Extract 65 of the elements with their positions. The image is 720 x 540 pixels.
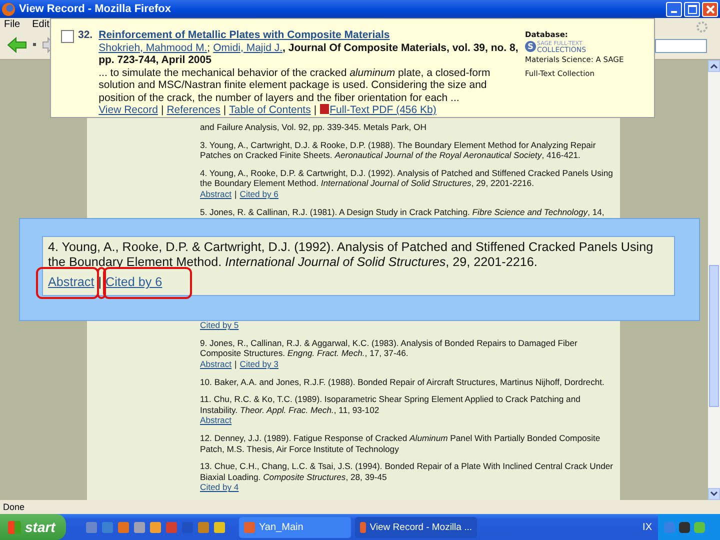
reference-text: 4. Young, A., Rooke, D.P. & Cartwright, D.J. (1992). Analysis of Patched and Stiffened Cracked Panels Using the Boundary Element Method. International Journal of Solid Structures, 29, 2201-2216. <box>200 168 613 188</box>
link-separator: | <box>98 275 102 290</box>
reference-link[interactable]: Abstract <box>48 275 94 290</box>
menu-item[interactable]: Edit <box>32 18 50 30</box>
reference-link[interactable]: Cited by 5 <box>200 320 239 331</box>
reference-text: 3. Young, A., Cartwright, D.J. & Rooke, D.P. (1988). The Boundary Element Method for Analyzing Repair Patches on Cracked Finite Sheets. Aeronautical Journal of the Royal Aeronautical Society, 416-421. <box>200 140 596 160</box>
minimize-icon <box>671 11 677 13</box>
record-link[interactable]: Table of Contents <box>229 104 311 116</box>
quick-launch-icon[interactable] <box>198 522 209 532</box>
result-number: 32. <box>78 29 93 41</box>
quick-launch-icon[interactable] <box>214 522 225 532</box>
pdf-icon <box>320 104 329 114</box>
quick-launch-icon[interactable] <box>150 522 161 532</box>
reference-link[interactable]: Cited by 3 <box>240 358 278 370</box>
maximize-button[interactable] <box>684 2 700 16</box>
link-separator: | <box>223 104 226 116</box>
record-link[interactable]: References <box>166 104 220 116</box>
language-indicator: IX <box>642 522 652 532</box>
windows-flag-icon <box>8 520 21 534</box>
taskbar-button[interactable]: Yan_Main <box>239 516 351 538</box>
scroll-down-icon[interactable] <box>708 488 720 500</box>
reference-text: 13. Chue, C.H., Chang, L.C. & Tsai, J.S. (1994). Bonded Repair of a Plate With Inclined Central Crack Under Biaxial Loading. Composite Structures, 28, 39-45 <box>200 461 614 482</box>
maximize-icon <box>688 4 696 14</box>
scroll-up-icon[interactable] <box>708 60 720 72</box>
reference-text: and Failure Analysis, Vol. 92, pp. 339-345. Metals Park, OH <box>200 122 426 132</box>
close-icon <box>704 4 716 14</box>
author-link[interactable]: Omidi, Majid J. <box>213 42 283 54</box>
browser-icon <box>2 2 15 16</box>
reference-text: 12. Denney, J.J. (1989). Fatigue Response of Cracked Aluminum Panel With Partially Bonded Composite Patch, M.S. Thesis, Air Force Institute of Technology <box>200 432 600 454</box>
back-arrow-icon[interactable] <box>7 36 27 52</box>
taskbar-button[interactable]: View Record - Mozilla ... <box>355 516 477 538</box>
record-link[interactable]: View Record <box>98 104 158 116</box>
record-link[interactable]: Full-Text PDF (456 Kb) <box>330 104 436 116</box>
reference-text: 4. Young, A., Rooke, D.P. & Cartwright, D.J. (1992). Analysis of Patched and Stiffened Cracked Panels Using the Boundary Element Method. International Journal of Solid Structures, 29, 2201-2216. <box>48 240 654 270</box>
link-separator: | <box>234 358 237 370</box>
quick-launch-icon[interactable] <box>118 522 129 532</box>
abstract-snippet: ... to simulate the mechanical behavior of the cracked aluminum plate, a closed-form solution and MSC/Nastran finite element package is used. Considering the size and position of the crack, the number of layers and the fiber orientation for each ... <box>98 66 492 104</box>
menu-item[interactable]: File <box>4 18 20 30</box>
minimize-button[interactable] <box>666 2 682 16</box>
scrollbar[interactable] <box>708 60 720 500</box>
checkbox[interactable] <box>61 30 74 43</box>
reference-link[interactable]: Abstract <box>200 358 232 370</box>
reference-link[interactable]: Abstract <box>200 415 232 426</box>
reference-text: 10. Baker, A.A. and Jones, R.J.F. (1988). Bonded Repair of Aircraft Structures, Martinus Nijhoff, Dordrecht. <box>200 376 604 387</box>
quick-launch-icon[interactable] <box>134 522 145 532</box>
quick-launch-icon[interactable] <box>86 522 97 532</box>
reference-text: 9. Jones, R., Callinan, R.J. & Aggarwal, K.C. (1983). Analysis of Bonded Repairs to Damaged Fiber Composite Structures. Engng. Fract. Mech., 17, 37-46. <box>200 338 578 358</box>
link-separator: | <box>314 104 317 116</box>
reference-link[interactable]: Cited by 4 <box>200 482 239 493</box>
reference-link[interactable]: Abstract <box>200 188 232 200</box>
system-tray <box>658 514 720 540</box>
author-link[interactable]: Shokrieh, Mahmood M. <box>98 42 208 54</box>
close-button[interactable] <box>702 2 718 16</box>
link-separator: | <box>160 104 164 116</box>
article-title-link[interactable]: Reinforcement of Metallic Plates with Composite Materials <box>98 29 523 42</box>
throbber-icon <box>696 21 708 33</box>
link-separator: | <box>234 188 237 200</box>
quick-launch-icon[interactable] <box>102 522 113 532</box>
reference-link[interactable]: Cited by 6 <box>240 188 278 200</box>
reference-link[interactable]: Cited by 6 <box>105 275 162 290</box>
reference-text: 11. Chu, R.C. & Ko, T.C. (1989). Isoparametric Shear Spring Element Applied to Crack Patching and Instability. Theor. Appl. Frac. Mech., 11, 93-102 <box>200 394 580 415</box>
search-field[interactable] <box>655 39 707 53</box>
reference-text: 5. Jones, R. & Callinan, R.J. (1981). A Design Study in Crack Patching. Fibre Science and Technology, 14, <box>200 206 604 217</box>
status-text: Done <box>2 501 26 514</box>
window-title: View Record - Mozilla Firefox <box>19 3 172 15</box>
